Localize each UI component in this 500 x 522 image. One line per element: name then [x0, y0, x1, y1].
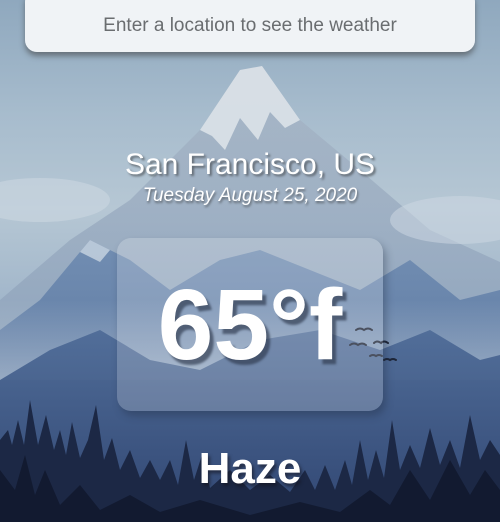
temperature-value: 65°f [157, 269, 343, 381]
temperature-card: 65°f [117, 238, 383, 411]
location-name: San Francisco, US [124, 148, 376, 181]
current-date: Tuesday August 25, 2020 [142, 185, 358, 206]
weather-app: San Francisco, US Tuesday August 25, 202… [0, 0, 500, 522]
weather-condition: Haze [198, 444, 302, 493]
search-bar [25, 0, 475, 52]
location-search-input[interactable] [25, 0, 475, 52]
